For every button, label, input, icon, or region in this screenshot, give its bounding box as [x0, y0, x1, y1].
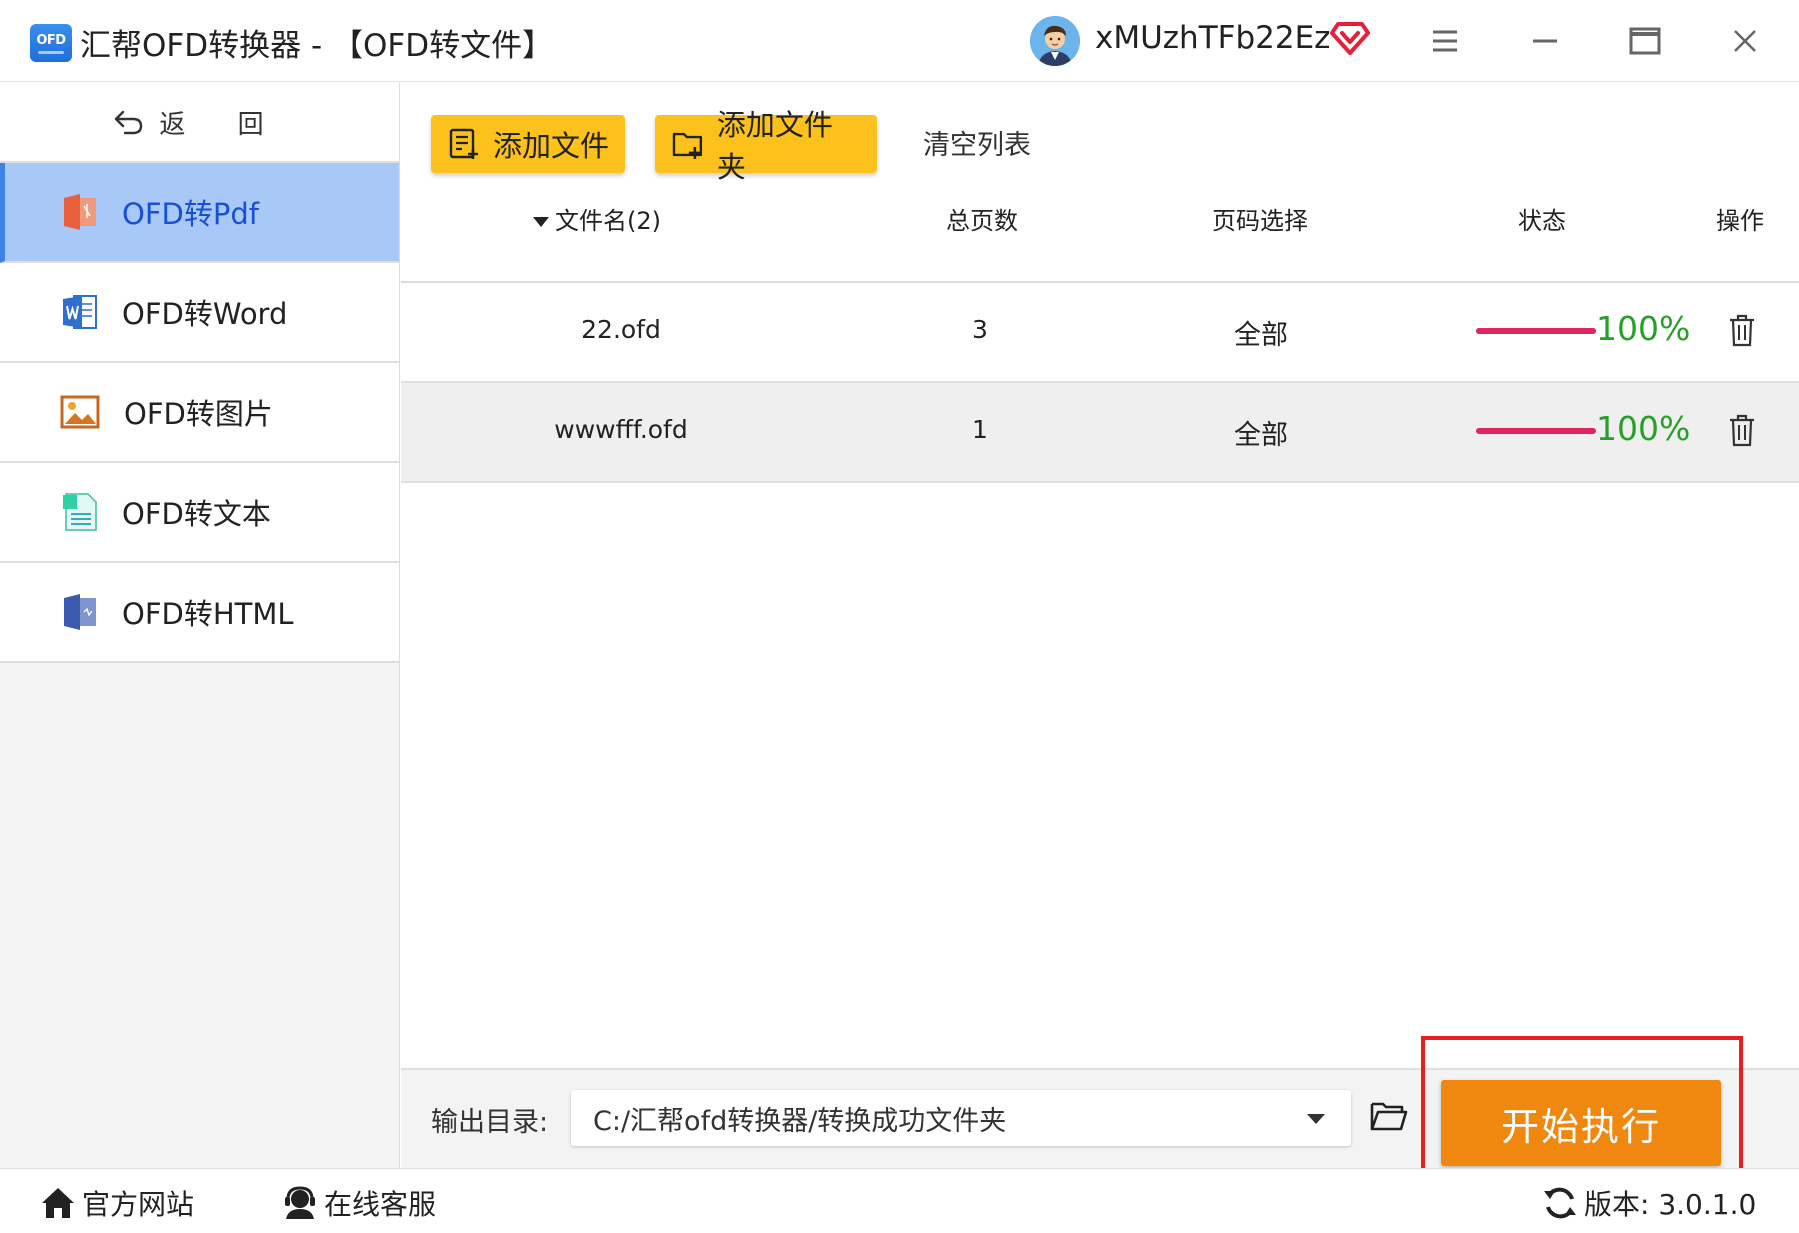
row-progress-bar — [1476, 328, 1596, 334]
add-file-label: 添加文件 — [493, 129, 610, 163]
highlight-annotation — [1421, 1036, 1743, 1178]
app-logo-icon: OFD — [30, 24, 72, 62]
column-header-page-select: 页码选择 — [1212, 207, 1308, 235]
html-file-icon — [64, 594, 96, 630]
image-file-icon — [60, 395, 100, 429]
pdf-file-icon — [64, 194, 96, 230]
add-file-button[interactable]: 添加文件 — [431, 115, 625, 173]
sort-caret-icon — [533, 217, 549, 227]
column-header-status: 状态 — [1518, 207, 1566, 235]
add-folder-icon — [672, 132, 703, 159]
row-page-select[interactable]: 全部 — [1234, 313, 1288, 352]
table-row[interactable]: wwwfff.ofd 1 全部 100% — [401, 383, 1799, 483]
online-service-link[interactable]: 在线客服 — [282, 1183, 436, 1223]
title-bar: OFD 汇帮OFD转换器 - 【OFD转文件】 xMUzhTFb22Ez — [0, 0, 1799, 82]
word-file-icon — [63, 295, 97, 329]
delete-icon[interactable] — [1727, 413, 1757, 447]
sidebar-item-label: OFD转Word — [122, 297, 288, 331]
column-header-filename[interactable]: 文件名(2) — [533, 201, 661, 236]
row-status: 100% — [1596, 409, 1691, 448]
row-page-select[interactable]: 全部 — [1234, 413, 1288, 452]
footer: 官方网站 在线客服 版本: 3.0.1.0 — [0, 1168, 1799, 1233]
sidebar-item-ofd-to-word[interactable]: OFD转Word — [0, 263, 399, 363]
sidebar-item-label: OFD转文本 — [122, 497, 271, 531]
row-progress-fill — [1476, 428, 1596, 434]
official-site-link[interactable]: 官方网站 — [40, 1183, 194, 1223]
sidebar-item-ofd-to-image[interactable]: OFD转图片 — [0, 363, 399, 463]
row-filename: 22.ofd — [581, 315, 661, 344]
row-progress-bar — [1476, 428, 1596, 434]
refresh-icon — [1544, 1187, 1576, 1219]
sidebar-item-ofd-to-text[interactable]: OFD转文本 — [0, 463, 399, 563]
close-icon[interactable] — [1722, 18, 1768, 64]
username[interactable]: xMUzhTFb22Ez — [1095, 20, 1330, 56]
back-arrow-icon — [115, 110, 143, 135]
home-icon — [42, 1188, 74, 1218]
version-info[interactable]: 版本: 3.0.1.0 — [1542, 1183, 1756, 1223]
sidebar: 返 回 OFD转Pdf OFD转Word OFD转图片 OFD转文本 OFD转H… — [0, 83, 400, 1168]
menu-icon[interactable] — [1422, 18, 1468, 64]
back-button[interactable]: 返 回 — [0, 83, 399, 163]
chevron-down-icon — [1307, 1114, 1325, 1124]
sidebar-item-ofd-to-pdf[interactable]: OFD转Pdf — [0, 163, 399, 263]
clear-list-button[interactable]: 清空列表 — [923, 123, 1031, 162]
row-filename: wwwfff.ofd — [554, 415, 688, 444]
sidebar-item-ofd-to-html[interactable]: OFD转HTML — [0, 563, 399, 663]
sidebar-item-label: OFD转Pdf — [122, 197, 259, 231]
main-panel: 添加文件 添加文件夹 清空列表 文件名(2) 总页数 页码选择 状态 操作 22… — [401, 83, 1799, 1168]
output-dir-select[interactable]: C:/汇帮ofd转换器/转换成功文件夹 — [571, 1090, 1351, 1146]
output-dir-path: C:/汇帮ofd转换器/转换成功文件夹 — [593, 1105, 1007, 1137]
output-dir-label: 输出目录: — [431, 1107, 549, 1138]
table-row[interactable]: 22.ofd 3 全部 100% — [401, 283, 1799, 383]
column-header-pages: 总页数 — [946, 207, 1018, 235]
delete-icon[interactable] — [1727, 313, 1757, 347]
add-folder-label: 添加文件夹 — [716, 108, 833, 184]
row-page-count: 3 — [972, 315, 988, 344]
back-label: 返 回 — [159, 109, 286, 140]
sidebar-item-label: OFD转图片 — [124, 397, 273, 431]
row-status: 100% — [1596, 309, 1691, 348]
column-header-actions: 操作 — [1716, 207, 1764, 235]
minimize-icon[interactable] — [1522, 18, 1568, 64]
add-folder-button[interactable]: 添加文件夹 — [655, 108, 877, 184]
row-page-count: 1 — [972, 415, 988, 444]
vip-badge-icon[interactable] — [1330, 20, 1370, 56]
add-file-icon — [449, 128, 478, 159]
window-title: 汇帮OFD转换器 - 【OFD转文件】 — [80, 28, 554, 64]
maximize-icon[interactable] — [1622, 18, 1668, 64]
customer-service-icon — [285, 1186, 315, 1219]
sidebar-item-label: OFD转HTML — [122, 597, 294, 631]
row-progress-fill — [1476, 328, 1596, 334]
open-folder-icon[interactable] — [1369, 1096, 1409, 1136]
text-file-icon — [63, 493, 97, 531]
user-avatar[interactable] — [1030, 16, 1080, 66]
